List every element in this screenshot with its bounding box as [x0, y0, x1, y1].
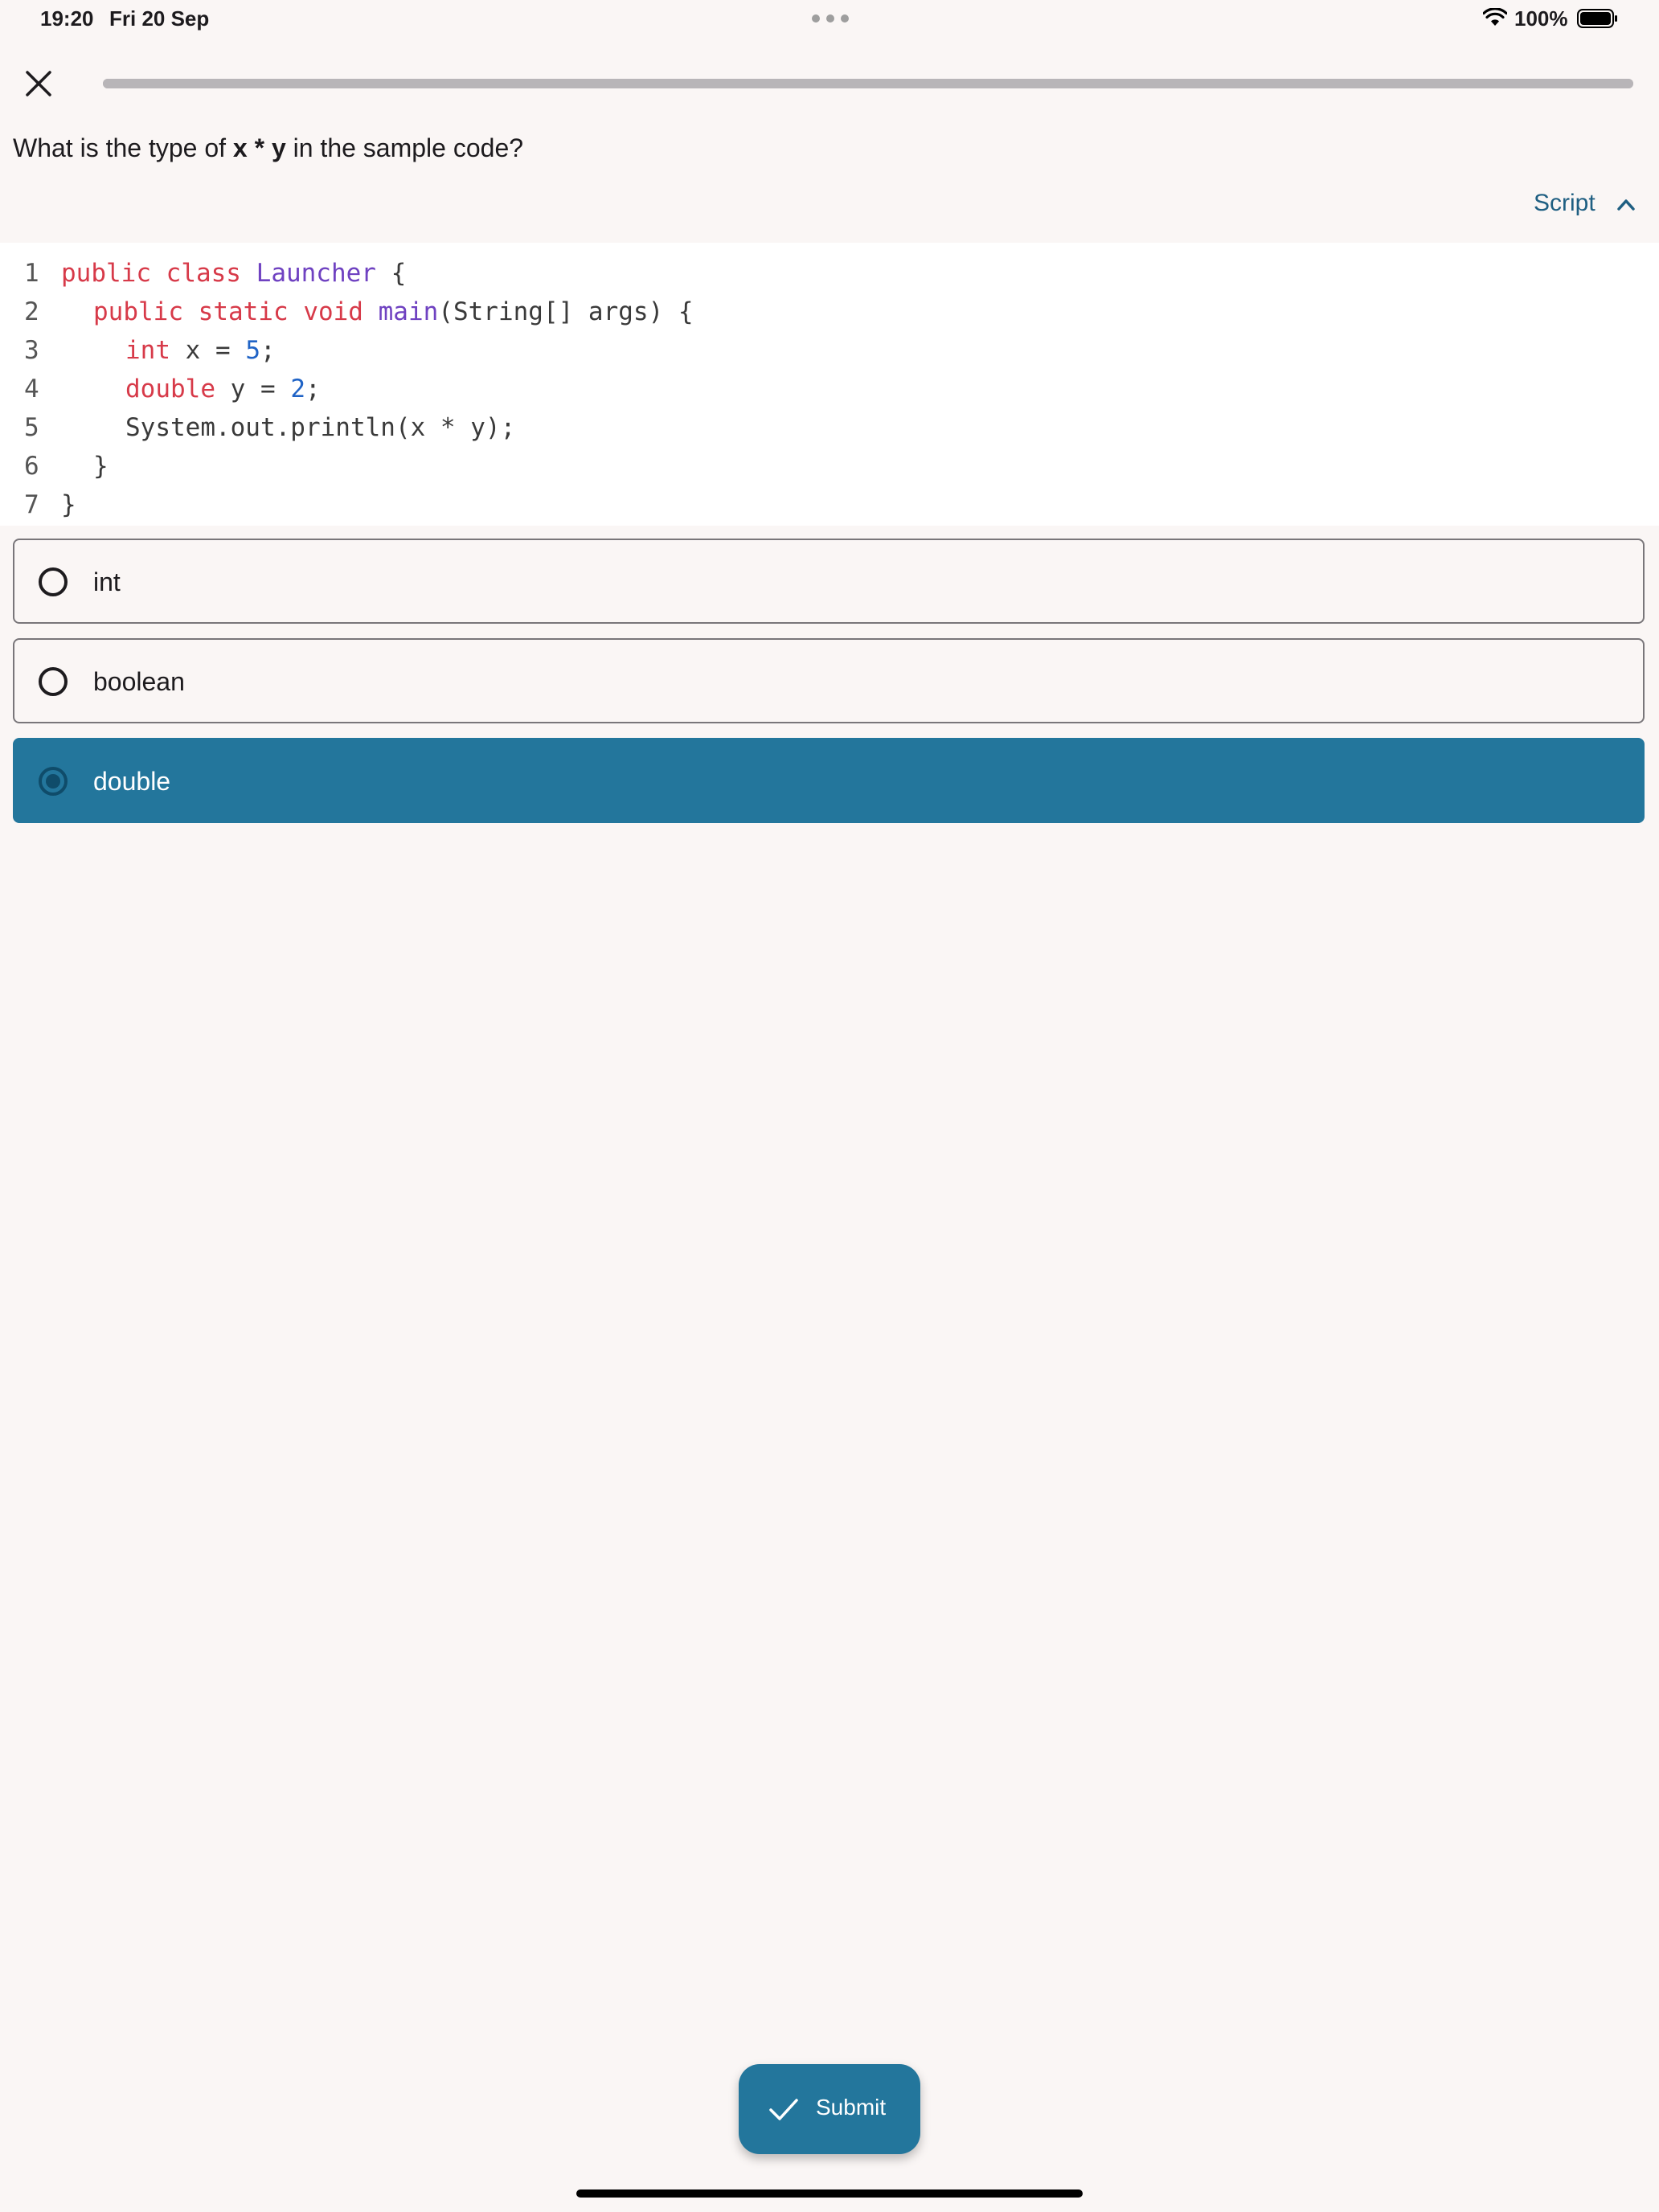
question-highlight: x * y	[232, 133, 286, 162]
answer-option[interactable]: double	[13, 738, 1645, 823]
code-token: x =	[170, 336, 246, 365]
code-token: int	[125, 336, 170, 365]
line-number: 1	[24, 259, 39, 288]
check-icon	[769, 2099, 798, 2120]
line-number: 3	[24, 336, 39, 365]
line-number: 2	[24, 297, 39, 326]
code-token: public	[61, 259, 151, 288]
submit-label: Submit	[816, 2095, 887, 2120]
battery-icon	[1577, 9, 1617, 28]
code-token: {	[375, 259, 407, 288]
progress-fill	[103, 79, 1633, 88]
question-suffix: in the sample code?	[285, 133, 524, 162]
code-token: 5	[245, 336, 260, 365]
line-number: 6	[24, 452, 39, 481]
radio-dot	[46, 774, 60, 789]
code-text: public static void main(String[] args) {	[93, 297, 694, 326]
code-text: int x = 5;	[125, 336, 276, 365]
code-token: void	[303, 297, 363, 326]
code-token: ;	[305, 375, 321, 403]
option-label: int	[93, 567, 121, 596]
radio-unselected-icon[interactable]	[39, 567, 68, 596]
code-token: public	[93, 297, 183, 326]
radio-selected-icon[interactable]	[39, 767, 68, 796]
line-number: 5	[24, 413, 39, 442]
status-date: Fri 20 Sep	[109, 6, 210, 31]
script-toggle-label: Script	[1534, 190, 1596, 216]
close-icon[interactable]	[19, 64, 58, 103]
wifi-icon	[1483, 8, 1507, 26]
code-token: (String[] args) {	[438, 297, 694, 326]
code-text: public class Launcher {	[61, 259, 406, 288]
code-token: y =	[215, 375, 291, 403]
line-number: 7	[24, 490, 39, 519]
option-label: double	[93, 767, 171, 796]
status-time: 19:20	[40, 6, 94, 31]
answer-option[interactable]: int	[13, 539, 1645, 624]
code-token: class	[166, 259, 241, 288]
submit-button[interactable]: Submit	[739, 2064, 920, 2154]
code-token: ;	[260, 336, 276, 365]
script-toggle-button[interactable]: Script	[1527, 186, 1648, 222]
battery-percentage: 100%	[1514, 6, 1568, 31]
radio-unselected-icon[interactable]	[39, 667, 68, 696]
code-token: static	[198, 297, 289, 326]
question-prefix: What is the type of	[13, 133, 233, 162]
code-token: 2	[290, 375, 305, 403]
progress-bar	[103, 79, 1633, 88]
code-text: }	[61, 490, 76, 519]
code-text: }	[93, 452, 109, 481]
code-token: main	[378, 297, 439, 326]
chevron-up-icon	[1617, 199, 1635, 211]
code-token: Launcher	[256, 259, 376, 288]
code-token: }	[61, 490, 76, 519]
multitasking-dots-icon[interactable]	[812, 14, 849, 23]
answer-option[interactable]: boolean	[13, 638, 1645, 723]
code-token: System.out.println(x * y);	[125, 413, 516, 442]
home-indicator[interactable]	[576, 2189, 1083, 2198]
line-number: 4	[24, 375, 39, 403]
code-token: double	[125, 375, 215, 403]
code-token: }	[93, 452, 109, 481]
status-bar: 19:20 Fri 20 Sep 100%	[0, 0, 1659, 39]
question-text: What is the type of x * y in the sample …	[13, 133, 523, 163]
code-text: double y = 2;	[125, 375, 321, 403]
option-label: boolean	[93, 667, 185, 696]
code-block: 1 public class Launcher {2 public static v…	[0, 243, 1659, 526]
code-text: System.out.println(x * y);	[125, 413, 515, 442]
